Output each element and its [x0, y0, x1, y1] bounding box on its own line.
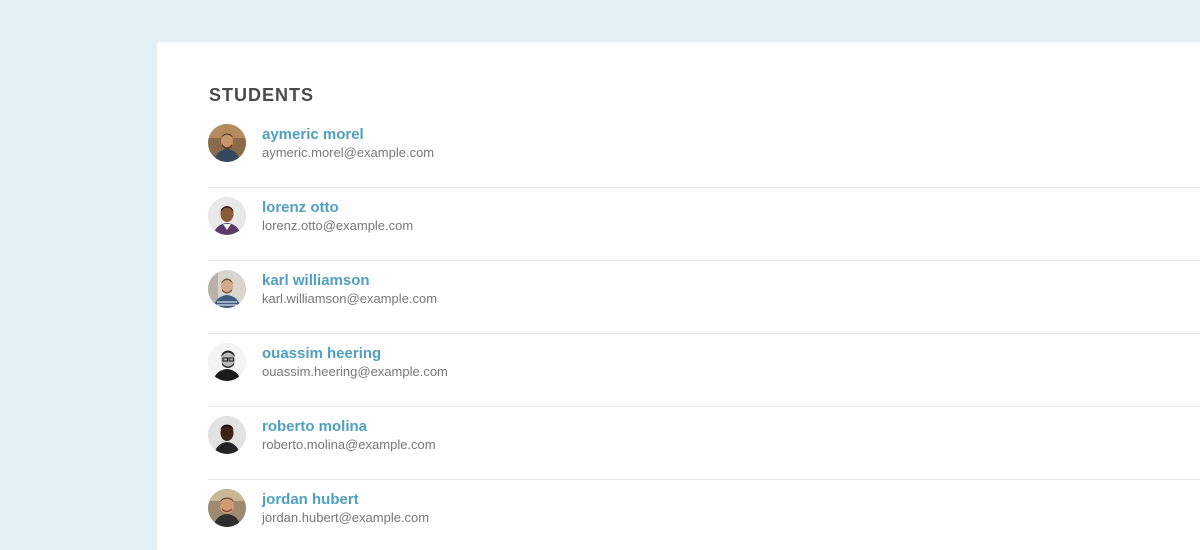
student-name-link[interactable]: jordan hubert: [262, 491, 359, 508]
list-item[interactable]: lorenz otto lorenz.otto@example.com: [208, 188, 1200, 261]
student-name-link[interactable]: karl williamson: [262, 272, 370, 289]
list-item[interactable]: jordan hubert jordan.hubert@example.com: [208, 480, 1200, 550]
section-title: STUDENTS: [209, 85, 315, 105]
student-email: aymeric.morel@example.com: [262, 145, 435, 160]
avatar[interactable]: [208, 124, 246, 162]
avatar[interactable]: [208, 343, 246, 381]
list-item[interactable]: ouassim heering ouassim.heering@example.…: [208, 334, 1200, 407]
student-email: roberto.molina@example.com: [262, 437, 436, 452]
avatar[interactable]: [208, 416, 246, 454]
student-email: ouassim.heering@example.com: [262, 364, 448, 379]
student-name-link[interactable]: roberto molina: [262, 418, 367, 435]
list-item[interactable]: roberto molina roberto.molina@example.co…: [208, 407, 1200, 480]
students-card: STUDENTS aymeric morel aymeric.morel@exa…: [157, 42, 1200, 550]
student-name-link[interactable]: aymeric morel: [262, 126, 364, 143]
list-item[interactable]: karl williamson karl.williamson@example.…: [208, 261, 1200, 334]
avatar[interactable]: [208, 270, 246, 308]
avatar[interactable]: [208, 197, 246, 235]
student-email: jordan.hubert@example.com: [262, 510, 430, 525]
student-name-link[interactable]: lorenz otto: [262, 199, 339, 216]
student-email: karl.williamson@example.com: [262, 291, 438, 306]
student-list: aymeric morel aymeric.morel@example.com …: [208, 115, 1200, 550]
list-item[interactable]: aymeric morel aymeric.morel@example.com: [208, 115, 1200, 188]
student-email: lorenz.otto@example.com: [262, 218, 414, 233]
avatar[interactable]: [208, 489, 246, 527]
student-name-link[interactable]: ouassim heering: [262, 345, 381, 362]
